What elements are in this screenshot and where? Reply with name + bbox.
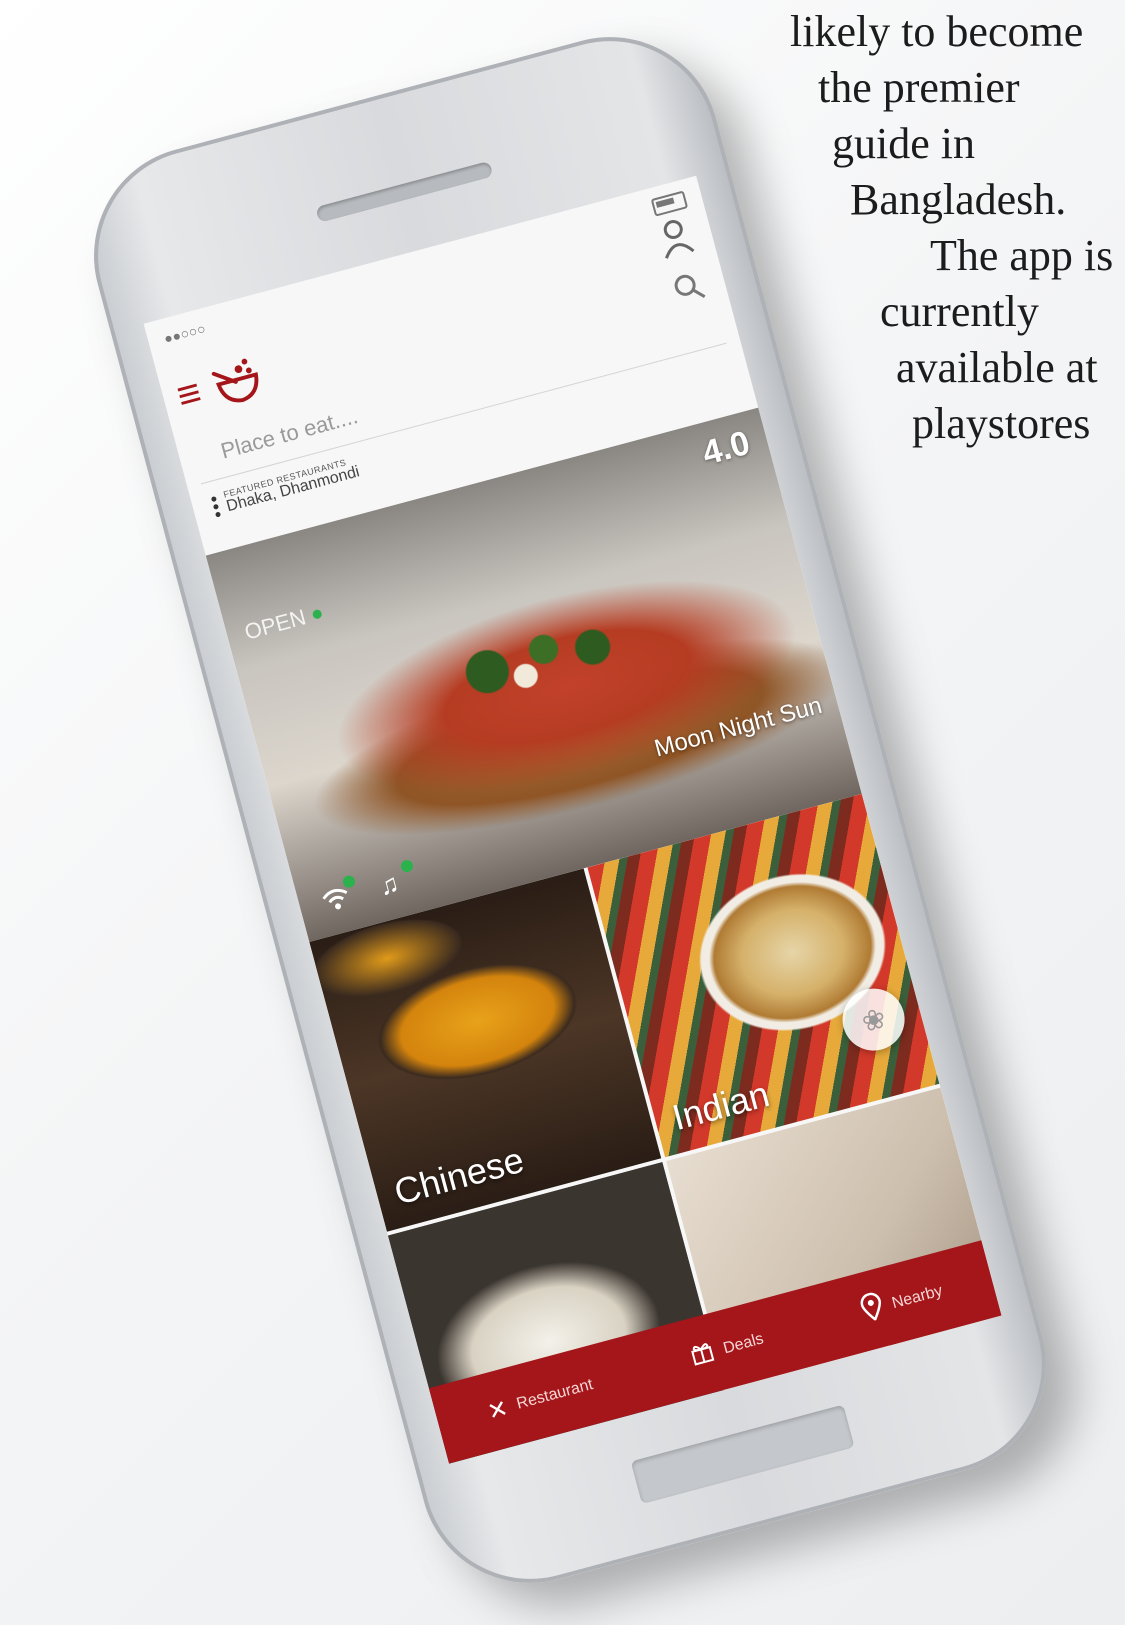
open-status: OPEN bbox=[242, 600, 325, 646]
food-image bbox=[408, 594, 659, 725]
promo-text-line: available at bbox=[896, 343, 1098, 392]
check-icon bbox=[399, 858, 415, 874]
signal-indicator: ●●○○○ bbox=[162, 320, 208, 347]
nav-restaurant[interactable]: ✕ Restaurant bbox=[484, 1371, 596, 1427]
open-status-dot bbox=[311, 608, 323, 620]
settings-fab-icon[interactable]: ❀ bbox=[835, 981, 912, 1058]
category-label: Indian bbox=[667, 1073, 774, 1139]
promo-text-line: the premier bbox=[818, 63, 1020, 112]
promo-text-line: currently bbox=[880, 287, 1039, 336]
phone-speaker bbox=[315, 160, 494, 223]
promo-text-line: likely to become bbox=[790, 7, 1084, 56]
phone-mockup: ●●○○○ ≡ Place to eat.... FEATURED RESTAU… bbox=[69, 12, 1071, 1608]
rating-badge: 4.0 bbox=[698, 423, 754, 473]
location-pin-icon bbox=[857, 1290, 887, 1330]
promo-text-line: playstores bbox=[912, 399, 1091, 448]
music-icon: ♫ bbox=[376, 858, 417, 901]
fork-knife-icon: ✕ bbox=[484, 1394, 511, 1426]
nav-deals[interactable]: Deals bbox=[687, 1324, 767, 1373]
nav-label: Deals bbox=[721, 1330, 766, 1358]
user-profile-icon[interactable] bbox=[648, 210, 702, 264]
home-button[interactable] bbox=[630, 1404, 855, 1504]
more-options-icon[interactable] bbox=[210, 495, 221, 518]
nav-label: Nearby bbox=[890, 1282, 945, 1313]
app-logo-icon bbox=[212, 358, 259, 403]
promo-text-line: Bangladesh. bbox=[850, 175, 1067, 224]
wifi-icon bbox=[318, 874, 359, 917]
hamburger-menu-icon[interactable]: ≡ bbox=[172, 370, 206, 419]
amenities: ♫ bbox=[318, 858, 417, 917]
promo-text-line: guide in bbox=[832, 119, 975, 168]
gift-icon bbox=[687, 1337, 718, 1373]
nav-label: Restaurant bbox=[514, 1376, 595, 1413]
nav-nearby[interactable]: Nearby bbox=[857, 1274, 947, 1329]
open-status-label: OPEN bbox=[241, 604, 309, 645]
promo-text-line: The app is bbox=[930, 231, 1114, 280]
restaurant-name: Moon Night Sun bbox=[651, 691, 825, 763]
app-screen: ●●○○○ ≡ Place to eat.... FEATURED RESTAU… bbox=[143, 175, 1002, 1464]
